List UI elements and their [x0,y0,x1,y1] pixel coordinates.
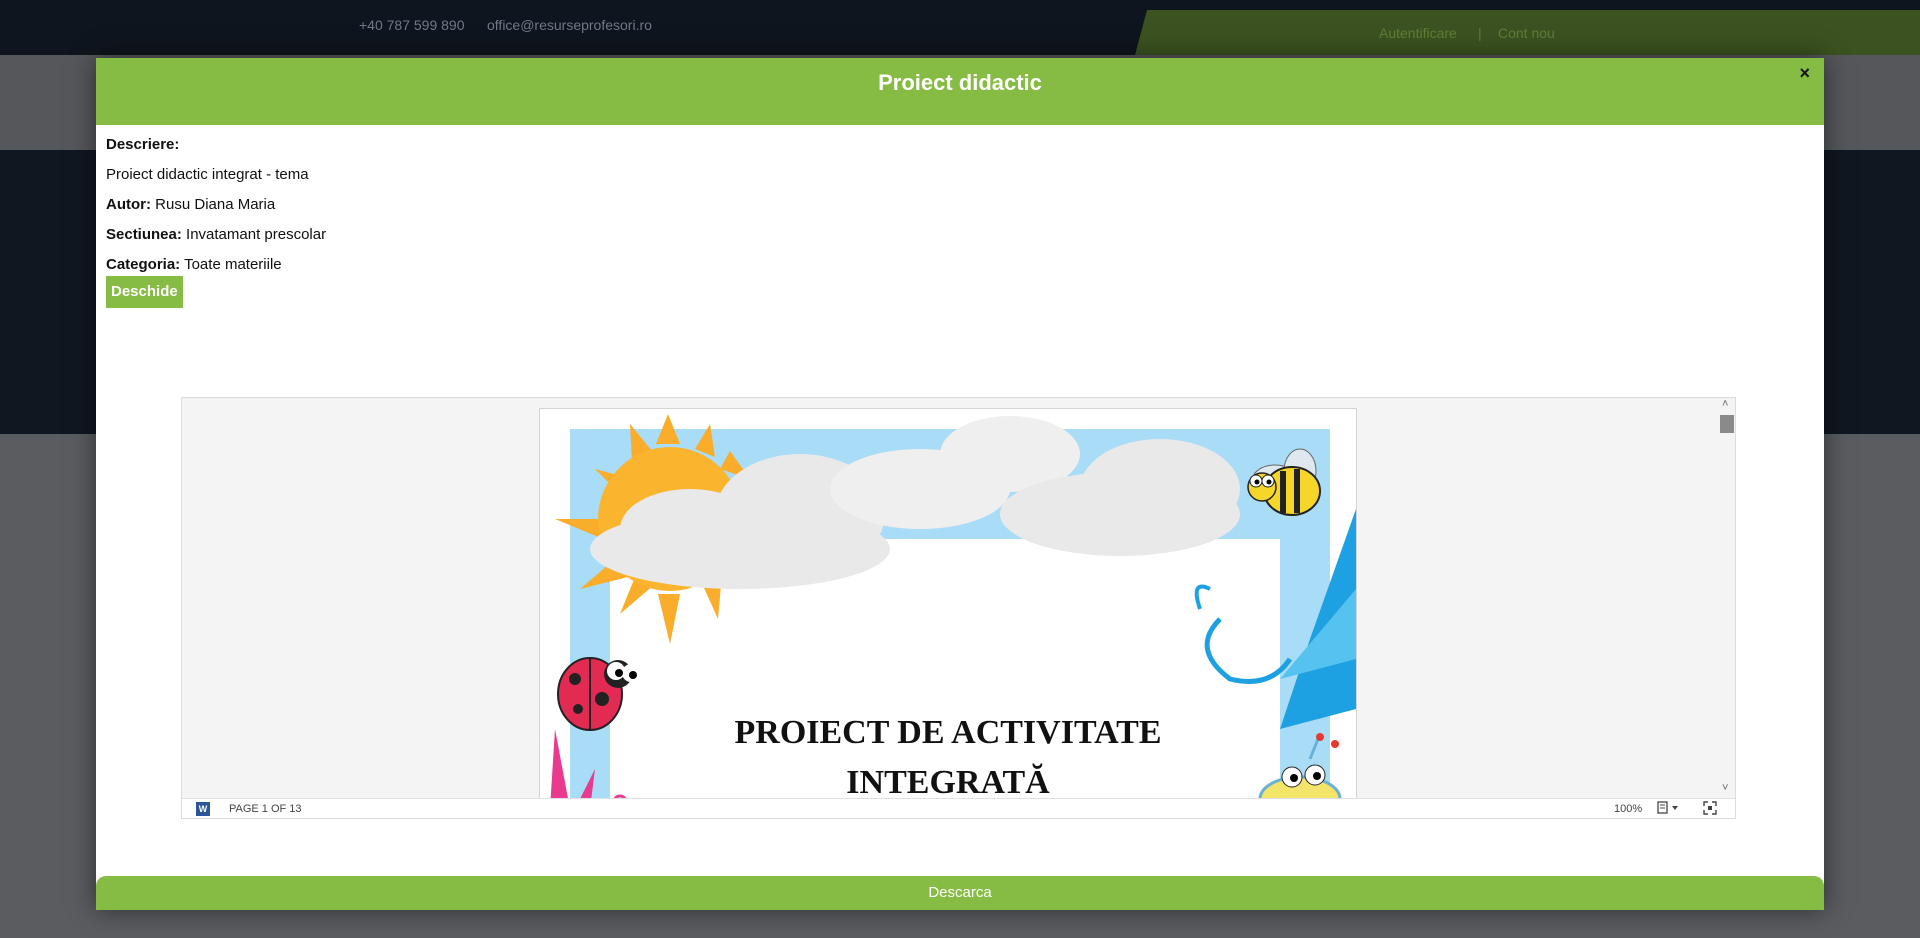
document-heading-line2: INTEGRATĂ [846,764,1050,798]
vertical-scrollbar[interactable]: ˄ ˅ [1719,398,1735,798]
description-row: Descriere: [106,130,326,160]
butterfly-illustration [1194,509,1356,729]
document-modal: Proiect didactic × Descriere: Proiect di… [96,58,1824,910]
viewer-statusbar: W PAGE 1 OF 13 100% [182,798,1735,818]
description-label: Descriere: [106,136,180,153]
document-viewer[interactable]: PROIECT DE ACTIVITATE INTEGRATĂ ˄ ˅ W PA… [181,397,1736,819]
close-icon[interactable]: × [1799,64,1810,82]
scroll-down-arrow[interactable]: ˅ [1722,782,1728,794]
scroll-up-arrow[interactable]: ˄ [1722,398,1728,410]
download-button[interactable]: Descarca [96,876,1824,910]
document-info: Descriere: Proiect didactic integrat - t… [106,130,326,280]
author-row: Autor: Rusu Diana Maria [106,190,326,220]
section-row: Sectiunea: Invatamant prescolar [106,220,326,250]
email-link[interactable]: office@resurseprofesori.ro [487,17,652,33]
scrollbar-thumb[interactable] [1720,415,1734,433]
fullscreen-icon[interactable] [1703,801,1717,818]
modal-title: Proiect didactic [878,70,1042,95]
page-view-icon[interactable] [1657,801,1681,818]
auth-separator: | [1478,25,1482,41]
author-label: Autor: [106,196,151,213]
login-link[interactable]: Autentificare [1379,25,1457,41]
document-scroll-area[interactable]: PROIECT DE ACTIVITATE INTEGRATĂ ˄ ˅ [182,398,1735,798]
page-indicator: PAGE 1 OF 13 [229,803,302,815]
zoom-level[interactable]: 100% [1614,803,1642,815]
register-link[interactable]: Cont nou [1498,25,1555,41]
category-label: Categoria: [106,256,181,273]
author-value: Rusu Diana Maria [155,196,276,213]
section-label: Sectiunea: [106,226,182,243]
word-icon: W [196,802,210,816]
document-page: PROIECT DE ACTIVITATE INTEGRATĂ [539,408,1357,798]
section-value: Invatamant prescolar [186,226,327,243]
category-value: Toate materiile [184,256,282,273]
document-heading-line1: PROIECT DE ACTIVITATE [734,714,1162,751]
description-text: Proiect didactic integrat - tema [106,166,309,183]
modal-header: Proiect didactic × [96,58,1824,125]
phone-number[interactable]: +40 787 599 890 [359,17,465,33]
site-topbar: +40 787 599 890 office@resurseprofesori.… [0,0,1920,55]
open-button[interactable]: Deschide [106,276,183,308]
